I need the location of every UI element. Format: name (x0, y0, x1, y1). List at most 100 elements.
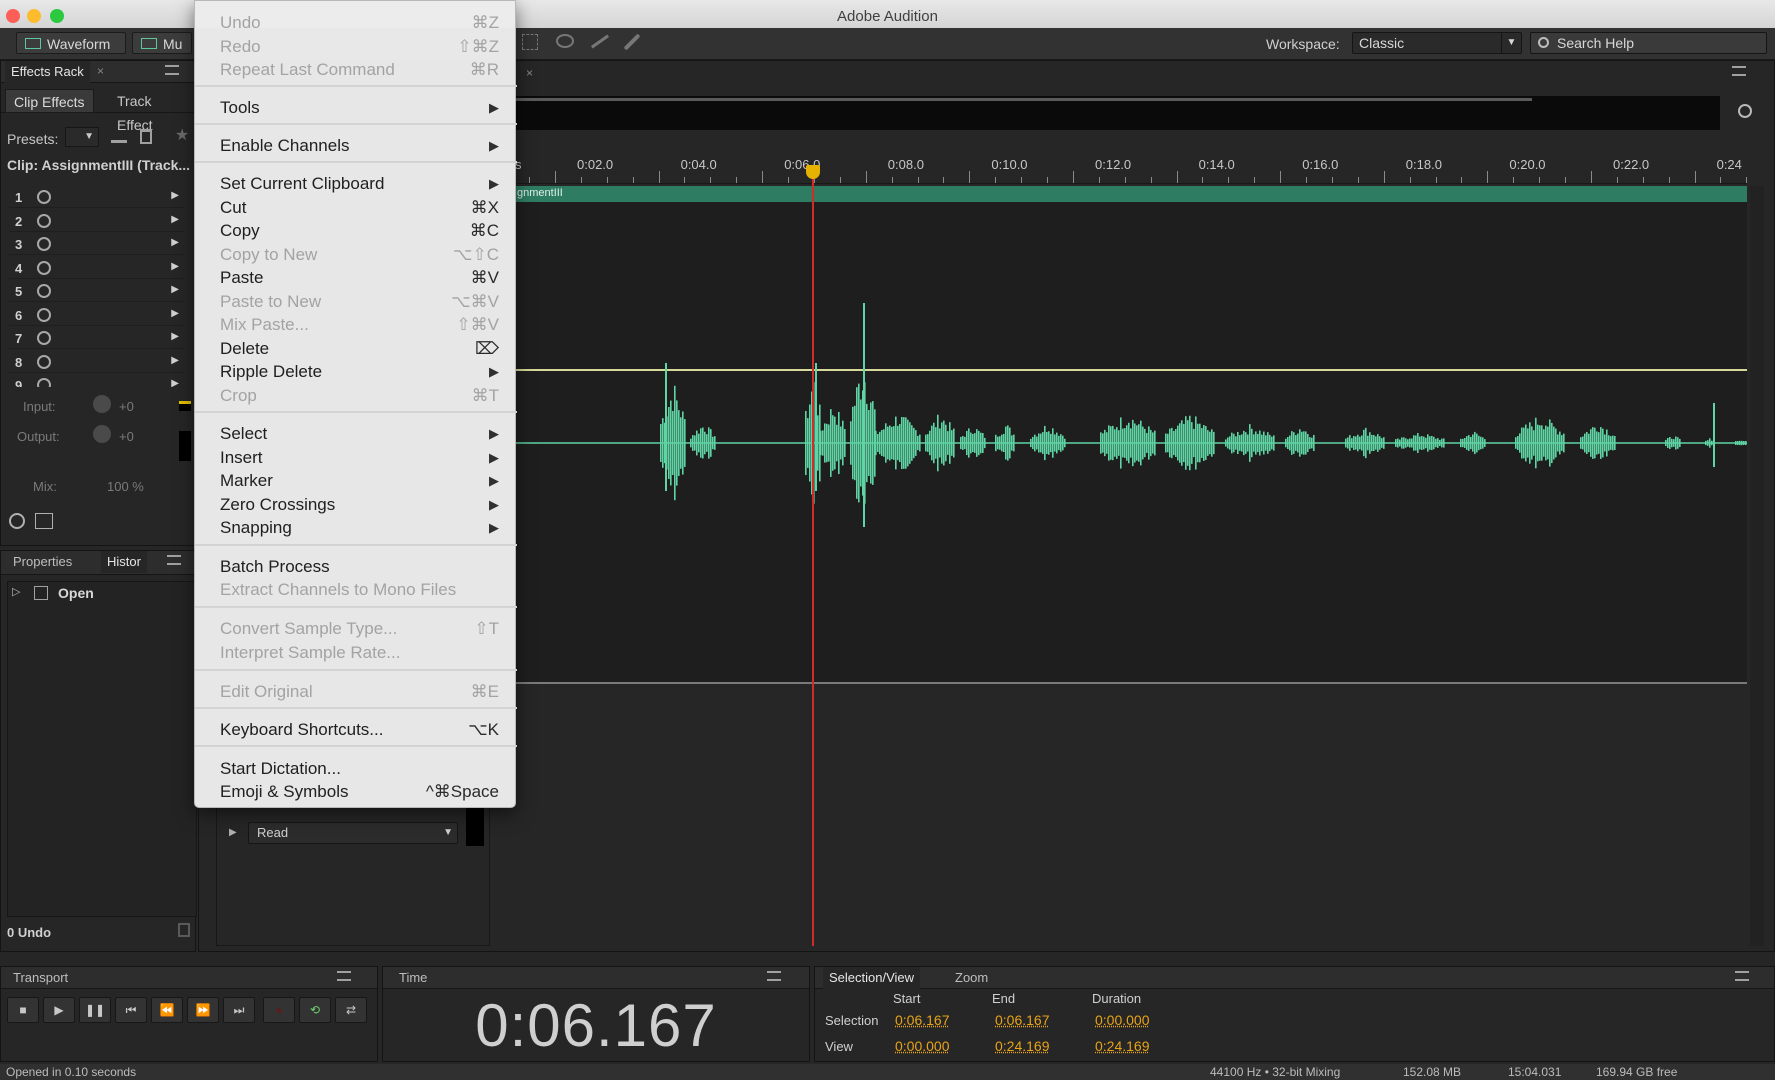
chevron-right-icon[interactable]: ▶ (171, 284, 179, 295)
menu-item-select[interactable]: Select ▶ (195, 422, 517, 445)
power-icon[interactable] (37, 213, 51, 228)
menu-item-emoji-symbols[interactable]: Emoji & Symbols ^⌘Space (195, 780, 517, 803)
presets-dropdown[interactable]: ▼ (65, 127, 99, 147)
input-knob[interactable] (93, 395, 111, 413)
chevron-right-icon[interactable]: ▶ (171, 261, 179, 272)
trash-icon[interactable] (178, 923, 190, 937)
effect-slot[interactable]: 2 ▶ (9, 211, 183, 232)
panel-menu-icon[interactable] (167, 555, 181, 565)
search-help-input[interactable]: Search Help (1530, 32, 1767, 54)
tab-effects-rack[interactable]: Effects Rack (5, 61, 90, 83)
effect-slot[interactable]: 5 ▶ (9, 281, 183, 302)
skip-back-button[interactable]: ⏮ (115, 997, 147, 1023)
waveform-display[interactable] (515, 202, 1747, 684)
effects-list-icon[interactable] (35, 513, 53, 529)
vertical-scrollbar[interactable] (1750, 186, 1764, 946)
chevron-right-icon[interactable]: ▶ (171, 308, 179, 319)
selection-end-field[interactable]: 0:06.167 (995, 1012, 1050, 1028)
spot-healing-tool-icon[interactable] (623, 33, 641, 51)
menu-item-keyboard-shortcuts[interactable]: Keyboard Shortcuts... ⌥K (195, 718, 517, 741)
brush-tool-icon[interactable] (590, 34, 610, 49)
panel-menu-icon[interactable] (767, 971, 781, 981)
chevron-right-icon[interactable]: ▶ (171, 378, 179, 387)
selection-duration-field[interactable]: 0:00.000 (1095, 1012, 1150, 1028)
fast-forward-button[interactable]: ⏩ (187, 997, 219, 1023)
star-icon[interactable]: ★ (175, 125, 189, 145)
tab-time[interactable]: Time (393, 967, 433, 989)
tab-history[interactable]: Histor (101, 551, 147, 573)
skip-selection-button[interactable]: ⇄ (335, 997, 367, 1023)
menu-item-batch-process[interactable]: Batch Process (195, 555, 517, 578)
power-icon[interactable] (37, 284, 51, 298)
skip-forward-button[interactable]: ⏭ (223, 997, 255, 1023)
overview-bar[interactable] (515, 96, 1720, 130)
power-icon[interactable] (37, 331, 51, 345)
power-icon[interactable] (37, 307, 51, 322)
pause-button[interactable]: ❚❚ (79, 997, 111, 1023)
tab-clip-effects[interactable]: Clip Effects (5, 89, 94, 113)
menu-item-ripple-delete[interactable]: Ripple Delete ▶ (195, 360, 517, 383)
chevron-right-icon[interactable]: ▶ (171, 190, 179, 201)
trash-icon[interactable] (140, 129, 152, 144)
tab-properties[interactable]: Properties (7, 551, 78, 573)
save-preset-icon[interactable] (111, 129, 127, 143)
clip-header-bar[interactable]: gnmentIII (515, 186, 1747, 202)
list-item[interactable]: ▷ Open (8, 582, 198, 604)
power-icon[interactable] (37, 378, 51, 387)
panel-menu-icon[interactable] (165, 65, 179, 75)
menu-item-delete[interactable]: Delete ⌦ (195, 337, 517, 360)
expand-icon[interactable]: ▶ (229, 827, 237, 838)
effect-slot[interactable]: 3 ▶ (9, 234, 183, 255)
lasso-tool-icon[interactable] (556, 34, 574, 48)
waveform-view-button[interactable]: Waveform (16, 32, 126, 54)
menu-item-zero-crossings[interactable]: Zero Crossings ▶ (195, 493, 517, 516)
close-icon[interactable]: × (526, 66, 533, 80)
play-button[interactable]: ▶ (43, 997, 75, 1023)
automation-mode-select[interactable]: Read ▼ (248, 822, 458, 844)
tab-selection-view[interactable]: Selection/View (823, 967, 921, 989)
tab-zoom[interactable]: Zoom (949, 967, 994, 989)
effect-slot[interactable]: 4 ▶ (9, 258, 183, 279)
effect-slot[interactable]: 7 ▶ (9, 328, 183, 349)
loop-button[interactable]: ⟲ (299, 997, 331, 1023)
selection-start-field[interactable]: 0:06.167 (895, 1012, 950, 1028)
stop-button[interactable]: ■ (7, 997, 39, 1023)
menu-item-paste[interactable]: Paste ⌘V (195, 266, 517, 289)
effect-slot[interactable]: 9 ▶ (9, 375, 183, 387)
panel-menu-icon[interactable] (1735, 971, 1749, 981)
multitrack-view-button[interactable]: Mu (132, 32, 192, 54)
chevron-right-icon[interactable]: ▶ (171, 214, 179, 225)
menu-item-cut[interactable]: Cut ⌘X (195, 196, 517, 219)
menu-item-snapping[interactable]: Snapping ▶ (195, 516, 517, 539)
view-start-field[interactable]: 0:00.000 (895, 1038, 950, 1054)
panel-menu-icon[interactable] (1732, 66, 1746, 76)
chevron-right-icon[interactable]: ▶ (171, 331, 179, 342)
effect-slot[interactable]: 6 ▶ (9, 305, 183, 326)
playhead-handle[interactable] (806, 165, 820, 179)
marquee-tool-icon[interactable] (522, 34, 538, 50)
effect-slot[interactable]: 8 ▶ (9, 352, 183, 373)
output-knob[interactable] (93, 425, 111, 443)
menu-item-set-current-clipboard[interactable]: Set Current Clipboard ▶ (195, 172, 517, 195)
menu-item-start-dictation[interactable]: Start Dictation... (195, 757, 517, 780)
close-icon[interactable]: × (97, 64, 104, 78)
power-icon[interactable] (37, 260, 51, 275)
power-icon[interactable] (37, 237, 51, 251)
rewind-button[interactable]: ⏪ (151, 997, 183, 1023)
menu-item-enable-channels[interactable]: Enable Channels ▶ (195, 134, 517, 157)
menu-item-copy[interactable]: Copy ⌘C (195, 219, 517, 242)
workspace-select[interactable]: Classic ▼ (1352, 32, 1522, 54)
chevron-right-icon[interactable]: ▶ (171, 355, 179, 366)
power-icon[interactable] (37, 190, 51, 204)
master-power-icon[interactable] (9, 513, 25, 529)
menu-item-insert[interactable]: Insert ▶ (195, 446, 517, 469)
effect-slot[interactable]: 1 ▶ (9, 187, 183, 208)
time-ruler[interactable]: s 0:02.0 0:04.0 0:06.0 0:08.0 0:10.0 0:12.0 0:… (515, 152, 1748, 184)
power-icon[interactable] (37, 354, 51, 369)
zoom-icon[interactable] (1738, 104, 1752, 118)
view-duration-field[interactable]: 0:24.169 (1095, 1038, 1150, 1054)
tab-transport[interactable]: Transport (7, 967, 74, 989)
menu-item-tools[interactable]: Tools ▶ (195, 96, 517, 119)
record-button[interactable]: ● (263, 997, 295, 1023)
playhead[interactable] (812, 170, 814, 946)
